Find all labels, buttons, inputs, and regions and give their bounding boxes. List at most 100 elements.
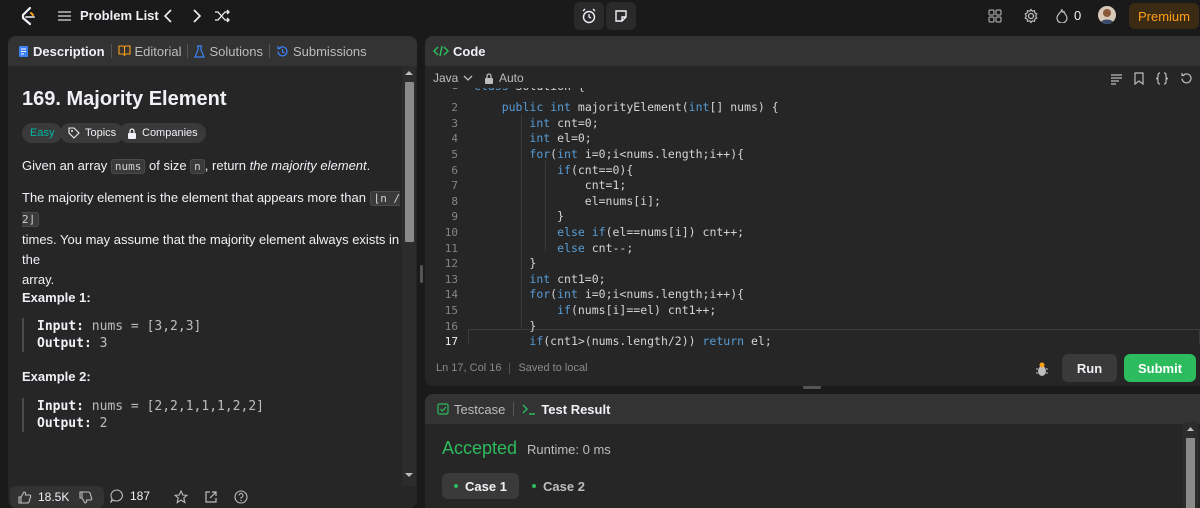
- tab-testcase-label: Testcase: [454, 401, 506, 417]
- code-panel-header: Code: [425, 36, 1200, 66]
- example-output: 3: [91, 336, 108, 351]
- panel-resize-handle[interactable]: [803, 386, 821, 389]
- comments-button[interactable]: 187: [110, 489, 150, 503]
- code-line: el=nums[i];: [474, 193, 661, 208]
- status-dot: [454, 484, 458, 488]
- status-divider: [509, 362, 511, 374]
- book-icon: [117, 45, 131, 57]
- line-number: 11: [444, 241, 458, 255]
- scrollbar-thumb[interactable]: [1186, 438, 1195, 508]
- vertical-resize-handle[interactable]: [420, 265, 423, 283]
- case-2-tab[interactable]: Case 2: [520, 473, 597, 499]
- thumbs-down-icon[interactable]: [79, 490, 93, 504]
- braces-icon[interactable]: [1155, 72, 1169, 85]
- thumbs-up-icon: [18, 490, 32, 504]
- code-line: int cnt=0;: [529, 115, 599, 130]
- tab-test-result[interactable]: Test Result: [522, 402, 610, 417]
- avatar[interactable]: [1098, 6, 1116, 24]
- problem-list-button[interactable]: Problem List: [58, 8, 159, 23]
- code-line: }: [474, 318, 537, 333]
- bookmark-icon[interactable]: [1133, 72, 1145, 85]
- alarm-clock-icon: [582, 8, 596, 24]
- description-scrollbar[interactable]: [402, 66, 416, 486]
- topics-button[interactable]: Topics: [60, 123, 125, 143]
- description-tabs: Description Editorial Solutions Submissi…: [8, 36, 417, 66]
- code-line: else cnt--;: [557, 240, 634, 255]
- language-label: Java: [433, 71, 459, 85]
- run-button[interactable]: Run: [1062, 354, 1117, 382]
- format-icon[interactable]: [1110, 73, 1123, 85]
- scroll-up-icon[interactable]: [402, 68, 416, 78]
- companies-button[interactable]: Companies: [119, 123, 206, 143]
- result-scrollbar[interactable]: [1183, 422, 1198, 508]
- streak-counter[interactable]: 0: [1056, 8, 1081, 23]
- line-number: 13: [444, 272, 458, 286]
- layout-button[interactable]: [987, 8, 1003, 24]
- example-output-label: Output:: [37, 416, 92, 431]
- prev-problem-button[interactable]: [160, 8, 176, 24]
- settings-button[interactable]: [1022, 7, 1040, 25]
- comment-count: 187: [130, 489, 151, 503]
- autocomplete-label: Auto: [499, 71, 524, 85]
- help-icon[interactable]: [234, 490, 248, 504]
- star-icon[interactable]: [174, 490, 188, 504]
- case-label: Case 2: [543, 478, 585, 494]
- note-icon: [615, 10, 627, 22]
- random-problem-button[interactable]: [213, 8, 231, 24]
- autocomplete-toggle[interactable]: Auto: [484, 71, 524, 85]
- share-icon[interactable]: [204, 490, 218, 504]
- leetcode-logo[interactable]: [18, 6, 38, 26]
- flame-icon: [1056, 8, 1068, 23]
- streak-count: 0: [1074, 8, 1082, 23]
- tab-description[interactable]: Description: [8, 44, 111, 59]
- code-line: int cnt1=0;: [529, 271, 606, 286]
- reset-icon[interactable]: [1180, 72, 1193, 85]
- lock-icon: [485, 72, 493, 84]
- like-button[interactable]: 18.5K: [10, 486, 104, 508]
- line-number: 7: [451, 179, 458, 193]
- description-footer: 18.5K 187: [8, 486, 408, 508]
- tab-solutions-label: Solutions: [209, 43, 263, 59]
- chevron-right-icon: [193, 9, 202, 23]
- code-line: }: [474, 256, 537, 271]
- desc-text: array.: [22, 272, 55, 287]
- tab-editorial-label: Editorial: [134, 43, 182, 59]
- premium-button[interactable]: Premium: [1129, 3, 1199, 29]
- top-bar: Problem List 0 Premium: [0, 0, 1200, 32]
- next-problem-button[interactable]: [189, 8, 205, 24]
- scroll-down-icon[interactable]: [402, 470, 416, 480]
- grid-icon: [988, 9, 1002, 23]
- scroll-up-icon[interactable]: [1183, 424, 1198, 434]
- code-panel-title: Code: [453, 43, 486, 59]
- chevron-left-icon: [163, 9, 172, 23]
- topics-label: Topics: [85, 127, 117, 139]
- line-number: 3: [451, 116, 458, 130]
- case-1-tab[interactable]: Case 1: [442, 473, 519, 499]
- checkbox-icon: [437, 403, 449, 415]
- tag-icon: [68, 127, 80, 139]
- debug-icon[interactable]: [1035, 361, 1049, 377]
- premium-label: Premium: [1137, 8, 1190, 24]
- inline-code: n: [190, 159, 205, 174]
- problem-list-label: Problem List: [80, 8, 159, 23]
- line-number: 14: [444, 288, 458, 302]
- constraints-title: Constraints:: [22, 476, 99, 484]
- example-input: nums = [2,2,1,1,1,2,2]: [83, 399, 264, 414]
- submit-button[interactable]: Submit: [1124, 354, 1196, 382]
- tab-editorial[interactable]: Editorial: [112, 44, 188, 59]
- tab-testcase[interactable]: Testcase: [437, 402, 505, 417]
- tab-submissions[interactable]: Submissions: [270, 44, 373, 59]
- example-2-title: Example 2:: [22, 369, 91, 384]
- notes-button[interactable]: [606, 2, 636, 30]
- submit-label: Submit: [1137, 360, 1183, 376]
- timer-button[interactable]: [574, 2, 604, 30]
- scrollbar-thumb[interactable]: [405, 82, 414, 242]
- tab-solutions[interactable]: Solutions: [188, 44, 268, 59]
- example-1-title: Example 1:: [22, 290, 91, 305]
- tab-description-label: Description: [33, 43, 105, 59]
- code-line: public int majorityElement(int[] nums) {: [501, 100, 779, 115]
- line-number: 8: [451, 194, 458, 208]
- desc-italic: the majority element: [249, 158, 367, 173]
- language-select[interactable]: Java: [433, 71, 473, 85]
- tab-divider: [513, 402, 515, 416]
